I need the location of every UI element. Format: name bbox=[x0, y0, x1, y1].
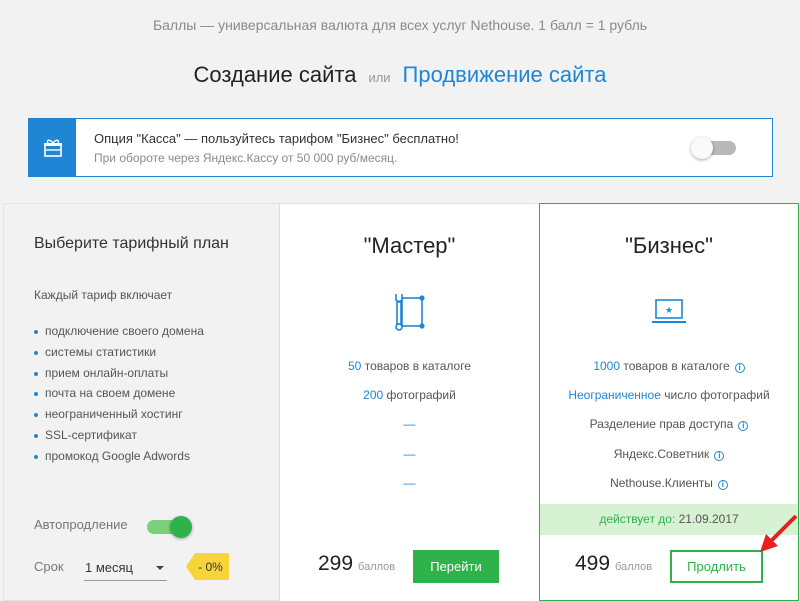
chevron-down-icon bbox=[156, 566, 164, 570]
banner-title: Опция "Касса" — пользуйтесь тарифом "Биз… bbox=[94, 130, 459, 146]
price-value: 299 bbox=[318, 552, 354, 575]
plan-panel-title: Выберите тарифный план bbox=[34, 235, 229, 252]
dash: — bbox=[403, 417, 416, 431]
tab-site-promotion[interactable]: Продвижение сайта bbox=[403, 62, 607, 87]
goods-count: 1000 bbox=[593, 359, 621, 373]
autorenew-label: Автопродление bbox=[34, 517, 128, 532]
includes-list: подключение своего домена системы статис… bbox=[34, 321, 204, 467]
toggle-knob bbox=[170, 516, 192, 538]
points-note: Баллы — универсальная валюта для всех ус… bbox=[152, 17, 648, 33]
go-to-plan-button[interactable]: Перейти bbox=[413, 550, 499, 583]
feature-access-absent: — bbox=[280, 417, 539, 431]
clients-text: Nethouse.Клиенты bbox=[610, 476, 713, 490]
includes-label: Каждый тариф включает bbox=[34, 288, 173, 302]
discount-value: - 0% bbox=[198, 560, 223, 574]
extend-plan-button[interactable]: Продлить bbox=[670, 550, 763, 583]
goods-text: товаров в каталоге bbox=[364, 359, 471, 373]
term-select-value: 1 месяц bbox=[85, 560, 133, 575]
feature-advisor-absent: — bbox=[280, 447, 539, 461]
access-text: Разделение прав доступа bbox=[589, 417, 734, 431]
term-label: Срок bbox=[34, 559, 64, 574]
price-unit: баллов bbox=[358, 561, 396, 573]
dash: — bbox=[403, 447, 416, 461]
switcher-separator: или bbox=[368, 70, 391, 85]
list-item: SSL-сертификат bbox=[34, 425, 204, 446]
plan-info-panel: Выберите тарифный план Каждый тариф вклю… bbox=[3, 203, 280, 601]
photos-text: фотографий bbox=[386, 388, 456, 402]
price-unit: баллов bbox=[615, 561, 653, 573]
banner-subtitle: При обороте через Яндекс.Кассу от 50 000… bbox=[94, 150, 398, 165]
active-date: 21.09.2017 bbox=[678, 512, 739, 526]
term-select[interactable]: 1 месяц bbox=[84, 554, 167, 581]
info-icon[interactable]: i bbox=[717, 480, 728, 490]
list-item: почта на своем домене bbox=[34, 383, 204, 404]
feature-clients: Nethouse.Клиенты i bbox=[540, 476, 798, 490]
feature-advisor: Яндекс.Советник i bbox=[540, 447, 798, 461]
plan-price: 499 баллов bbox=[575, 552, 652, 576]
feature-photos: 200 фотографий bbox=[280, 388, 539, 402]
goods-count: 50 bbox=[348, 359, 362, 373]
discount-badge: - 0% bbox=[186, 553, 229, 580]
tab-site-creation[interactable]: Создание сайта bbox=[194, 62, 357, 87]
plan-card-master: "Мастер" 50 товаров в каталоге 200 фотог… bbox=[280, 203, 539, 601]
goods-text: товаров в каталоге bbox=[623, 359, 730, 373]
svg-text:★: ★ bbox=[665, 306, 673, 316]
tools-icon bbox=[280, 292, 539, 332]
photos-highlight: Неограниченное bbox=[568, 388, 661, 402]
list-item: системы статистики bbox=[34, 342, 204, 363]
kassa-option-toggle[interactable] bbox=[691, 136, 736, 159]
feature-goods: 50 товаров в каталоге bbox=[280, 359, 539, 373]
plan-name: "Бизнес" bbox=[625, 233, 713, 258]
info-icon[interactable]: i bbox=[714, 451, 725, 461]
price-value: 499 bbox=[575, 552, 611, 575]
feature-access: Разделение прав доступа i bbox=[540, 417, 798, 431]
monitor-star-icon: ★ bbox=[540, 292, 798, 332]
toggle-knob bbox=[691, 136, 713, 159]
service-switcher: Создание сайта или Продвижение сайта bbox=[0, 62, 800, 88]
gift-box-icon bbox=[29, 119, 76, 176]
feature-photos: Неограниченное число фотографий bbox=[540, 388, 798, 402]
feature-goods: 1000 товаров в каталоге i bbox=[540, 359, 798, 373]
list-item: прием онлайн-оплаты bbox=[34, 363, 204, 384]
list-item: подключение своего домена bbox=[34, 321, 204, 342]
red-arrow-pointer-icon bbox=[760, 514, 798, 552]
info-icon[interactable]: i bbox=[734, 363, 745, 373]
autorenew-toggle[interactable] bbox=[147, 516, 192, 538]
feature-clients-absent: — bbox=[280, 476, 539, 490]
dash: — bbox=[403, 476, 416, 490]
kassa-option-banner: Опция "Касса" — пользуйтесь тарифом "Биз… bbox=[28, 118, 773, 177]
photos-text: число фотографий bbox=[664, 388, 770, 402]
plan-name: "Мастер" bbox=[363, 233, 456, 258]
plan-price: 299 баллов bbox=[318, 552, 395, 576]
list-item: неограниченный хостинг bbox=[34, 404, 204, 425]
list-item: промокод Google Adwords bbox=[34, 446, 204, 467]
photos-count: 200 bbox=[363, 388, 384, 402]
active-label: действует до: bbox=[599, 512, 676, 526]
advisor-text: Яндекс.Советник bbox=[613, 447, 710, 461]
info-icon[interactable]: i bbox=[738, 421, 749, 431]
